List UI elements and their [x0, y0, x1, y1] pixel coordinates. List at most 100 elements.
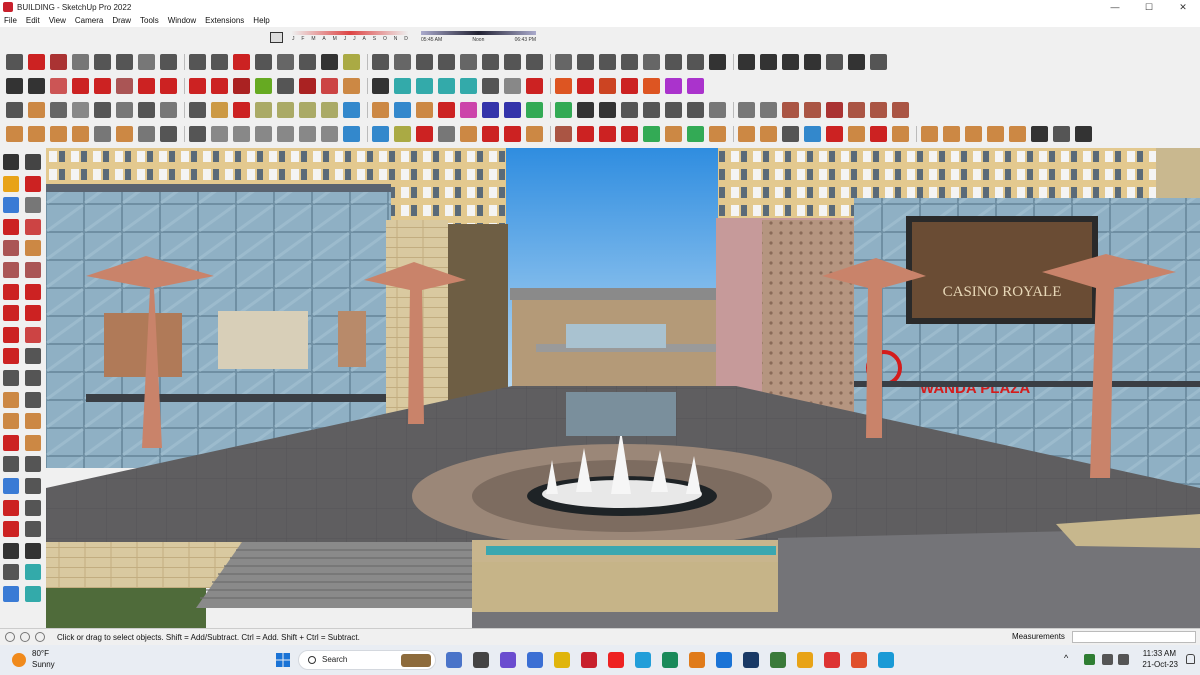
- weather-temp[interactable]: 80°F: [32, 649, 49, 658]
- toolbar-tool-icon[interactable]: [782, 102, 799, 118]
- toolbar-tool-icon[interactable]: [321, 54, 338, 70]
- toolbar-tool-icon[interactable]: [577, 126, 594, 142]
- left-tool-icon[interactable]: [25, 326, 41, 343]
- model-viewport[interactable]: CASINO ROYALE WANDA PLAZA: [46, 148, 1200, 628]
- left-tool-icon[interactable]: [25, 542, 41, 559]
- toolbar-tool-icon[interactable]: [72, 102, 89, 118]
- toolbar-tool-icon[interactable]: [394, 54, 411, 70]
- toolbar-tool-icon[interactable]: [738, 126, 755, 142]
- toolbar-tool-icon[interactable]: [555, 78, 572, 94]
- weather-desc[interactable]: Sunny: [32, 660, 55, 669]
- menu-tools[interactable]: Tools: [140, 16, 159, 25]
- menu-camera[interactable]: Camera: [75, 16, 103, 25]
- toolbar-tool-icon[interactable]: [416, 126, 433, 142]
- toolbar-tool-icon[interactable]: [372, 54, 389, 70]
- toolbar-tool-icon[interactable]: [343, 126, 360, 142]
- toolbar-tool-icon[interactable]: [870, 54, 887, 70]
- toolbar-tool-icon[interactable]: [6, 126, 23, 142]
- toolbar-tool-icon[interactable]: [687, 78, 704, 94]
- toolbar-tool-icon[interactable]: [577, 54, 594, 70]
- toolbar-tool-icon[interactable]: [848, 54, 865, 70]
- toolbar-tool-icon[interactable]: [277, 126, 294, 142]
- toolbar-tool-icon[interactable]: [299, 102, 316, 118]
- month-slider[interactable]: [292, 31, 408, 35]
- toolbar-tool-icon[interactable]: [577, 78, 594, 94]
- toolbar-tool-icon[interactable]: [372, 78, 389, 94]
- time-slider[interactable]: [421, 31, 536, 35]
- toolbar-tool-icon[interactable]: [804, 102, 821, 118]
- toolbar-tool-icon[interactable]: [138, 78, 155, 94]
- menu-edit[interactable]: Edit: [26, 16, 40, 25]
- toolbar-tool-icon[interactable]: [343, 54, 360, 70]
- toolbar-tool-icon[interactable]: [892, 126, 909, 142]
- toolbar-tool-icon[interactable]: [1075, 126, 1092, 142]
- left-tool-icon[interactable]: [3, 283, 19, 300]
- toolbar-tool-icon[interactable]: [189, 54, 206, 70]
- credits-icon[interactable]: [35, 632, 45, 642]
- toolbar-tool-icon[interactable]: [892, 102, 909, 118]
- toolbar-tool-icon[interactable]: [870, 126, 887, 142]
- toolbar-tool-icon[interactable]: [94, 78, 111, 94]
- toolbar-tool-icon[interactable]: [482, 78, 499, 94]
- toolbar-tool-icon[interactable]: [6, 102, 23, 118]
- toolbar-tool-icon[interactable]: [416, 102, 433, 118]
- toolbar-tool-icon[interactable]: [321, 78, 338, 94]
- toolbar-tool-icon[interactable]: [965, 126, 982, 142]
- left-tool-icon[interactable]: [3, 564, 19, 581]
- tray-app-icon[interactable]: [1084, 654, 1095, 665]
- toolbar-tool-icon[interactable]: [482, 102, 499, 118]
- toolbar-tool-icon[interactable]: [50, 126, 67, 142]
- toolbar-tool-icon[interactable]: [50, 54, 67, 70]
- left-tool-icon[interactable]: [25, 197, 41, 214]
- toolbar-tool-icon[interactable]: [526, 126, 543, 142]
- left-tool-icon[interactable]: [25, 391, 41, 408]
- tray-overflow-icon[interactable]: ^: [1064, 653, 1068, 663]
- toolbar-tool-icon[interactable]: [372, 102, 389, 118]
- toolbar-tool-icon[interactable]: [211, 54, 228, 70]
- volume-icon[interactable]: [1118, 654, 1129, 665]
- left-tool-icon[interactable]: [3, 477, 19, 494]
- left-tool-icon[interactable]: [3, 434, 19, 451]
- menu-view[interactable]: View: [49, 16, 66, 25]
- toolbar-tool-icon[interactable]: [160, 78, 177, 94]
- left-tool-icon[interactable]: [3, 499, 19, 516]
- toolbar-tool-icon[interactable]: [160, 126, 177, 142]
- toolbar-tool-icon[interactable]: [643, 126, 660, 142]
- left-tool-icon[interactable]: [25, 261, 41, 278]
- left-tool-icon[interactable]: [3, 154, 19, 170]
- toolbar-tool-icon[interactable]: [870, 102, 887, 118]
- toolbar-tool-icon[interactable]: [621, 54, 638, 70]
- toolbar-tool-icon[interactable]: [321, 126, 338, 142]
- taskbar-app-icon[interactable]: [743, 652, 759, 668]
- left-tool-icon[interactable]: [3, 369, 19, 386]
- info-icon[interactable]: [5, 632, 15, 642]
- left-tool-icon[interactable]: [3, 521, 19, 538]
- taskbar-app-icon[interactable]: [635, 652, 651, 668]
- taskbar-app-icon[interactable]: [851, 652, 867, 668]
- toolbar-tool-icon[interactable]: [233, 126, 250, 142]
- left-tool-icon[interactable]: [3, 240, 19, 257]
- left-tool-icon[interactable]: [25, 305, 41, 322]
- taskbar-app-icon[interactable]: [473, 652, 489, 668]
- windows-start-icon[interactable]: [276, 653, 290, 667]
- clock-time[interactable]: 11:33 AM: [1140, 649, 1176, 658]
- taskbar-app-icon[interactable]: [608, 652, 624, 668]
- left-tool-icon[interactable]: [3, 218, 19, 235]
- notification-bell-icon[interactable]: [1186, 654, 1195, 664]
- left-tool-icon[interactable]: [3, 175, 19, 192]
- toolbar-tool-icon[interactable]: [233, 54, 250, 70]
- menu-extensions[interactable]: Extensions: [205, 16, 244, 25]
- toolbar-tool-icon[interactable]: [189, 102, 206, 118]
- left-tool-icon[interactable]: [25, 154, 41, 170]
- toolbar-tool-icon[interactable]: [504, 102, 521, 118]
- toolbar-tool-icon[interactable]: [28, 78, 45, 94]
- left-tool-icon[interactable]: [3, 197, 19, 214]
- sun-icon[interactable]: [12, 653, 26, 667]
- toolbar-tool-icon[interactable]: [6, 78, 23, 94]
- toolbar-tool-icon[interactable]: [72, 78, 89, 94]
- toolbar-tool-icon[interactable]: [943, 126, 960, 142]
- toolbar-tool-icon[interactable]: [577, 102, 594, 118]
- taskbar-app-icon[interactable]: [797, 652, 813, 668]
- clock-date[interactable]: 21-Oct-23: [1138, 660, 1178, 669]
- toolbar-tool-icon[interactable]: [760, 126, 777, 142]
